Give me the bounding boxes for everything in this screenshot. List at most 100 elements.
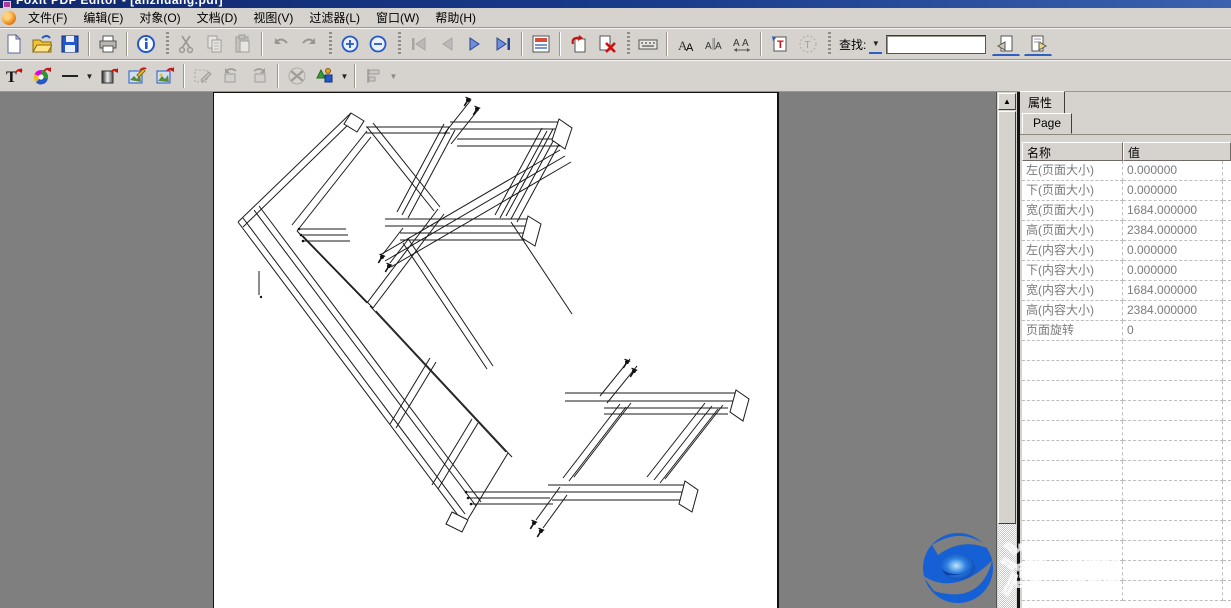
menu-item[interactable]: 文件(F) (20, 7, 75, 28)
property-value (1123, 501, 1223, 521)
scrollbar-track[interactable] (998, 524, 1016, 608)
tab-page[interactable]: Page (1022, 113, 1072, 134)
property-row[interactable] (1022, 481, 1231, 501)
property-row[interactable]: 高(页面大小)2384.000000 (1022, 221, 1231, 241)
property-row[interactable] (1022, 441, 1231, 461)
add-shading-button[interactable] (96, 63, 122, 89)
toolbar-gripper[interactable] (166, 32, 169, 56)
char-width-button[interactable]: AA (729, 31, 755, 57)
property-row[interactable]: 宽(内容大小)1684.000000 (1022, 281, 1231, 301)
align-objects-button[interactable] (361, 63, 387, 89)
zoom-out-button[interactable] (365, 31, 391, 57)
char-spacing-button[interactable]: AA (701, 31, 727, 57)
property-value (1123, 581, 1223, 601)
property-row[interactable] (1022, 421, 1231, 441)
menu-item[interactable]: 对象(O) (131, 7, 188, 28)
align-dropdown[interactable]: ▼ (388, 72, 399, 81)
add-image-button[interactable] (152, 63, 178, 89)
property-row[interactable]: 页面旋转0 (1022, 321, 1231, 341)
property-row[interactable] (1022, 341, 1231, 361)
keyboard-button[interactable] (635, 31, 661, 57)
property-row[interactable]: 下(页面大小)0.000000 (1022, 181, 1231, 201)
add-color-button[interactable] (29, 63, 55, 89)
delete-page-icon (597, 34, 617, 54)
property-row[interactable]: 下(内容大小)0.000000 (1022, 261, 1231, 281)
svg-text:T: T (777, 39, 784, 51)
shapes-button[interactable] (312, 63, 338, 89)
insert-text-button[interactable]: T (767, 31, 793, 57)
property-row[interactable]: 左(页面大小)0.000000 (1022, 161, 1231, 181)
menu-item[interactable]: 编辑(E) (75, 7, 131, 28)
zoom-in-button[interactable] (337, 31, 363, 57)
next-page-button[interactable] (462, 31, 488, 57)
property-row[interactable] (1022, 461, 1231, 481)
paste-button[interactable] (230, 31, 256, 57)
menu-item[interactable]: 文档(D) (189, 7, 246, 28)
property-row[interactable] (1022, 381, 1231, 401)
add-text-button[interactable]: T (1, 63, 27, 89)
page-layout-icon (531, 34, 551, 54)
redo-icon (299, 34, 319, 54)
column-header-name[interactable]: 名称 (1022, 142, 1123, 161)
select-annotate-button[interactable] (190, 63, 216, 89)
copy-button[interactable] (202, 31, 228, 57)
cut-button[interactable] (174, 31, 200, 57)
font-properties-button[interactable]: AA (673, 31, 699, 57)
delete-page-button[interactable] (594, 31, 620, 57)
property-row[interactable]: 高(内容大小)2384.000000 (1022, 301, 1231, 321)
find-next-button[interactable] (1024, 32, 1052, 56)
print-button[interactable] (95, 31, 121, 57)
page-layout-button[interactable] (528, 31, 554, 57)
find-dropdown-button[interactable]: ▼ (869, 34, 882, 54)
undo-button[interactable] (268, 31, 294, 57)
vertical-scrollbar[interactable]: ▲ (996, 92, 1017, 608)
edit-image-button[interactable] (124, 63, 150, 89)
scrollbar-thumb[interactable] (998, 111, 1016, 524)
toolbar-gripper[interactable] (828, 32, 831, 56)
column-header-value[interactable]: 值 (1123, 142, 1231, 161)
property-filler (1223, 281, 1231, 301)
find-input[interactable] (886, 35, 986, 54)
redo-button[interactable] (296, 31, 322, 57)
property-row[interactable] (1022, 401, 1231, 421)
rotate-object-cw-button[interactable] (246, 63, 272, 89)
property-row[interactable]: 左(内容大小)0.000000 (1022, 241, 1231, 261)
first-page-button[interactable] (406, 31, 432, 57)
pdf-page[interactable] (213, 92, 779, 608)
text-anchor-button[interactable]: T (795, 31, 821, 57)
find-previous-button[interactable] (992, 32, 1020, 56)
shading-cylinder-icon (99, 66, 119, 86)
shapes-dropdown[interactable]: ▼ (339, 72, 350, 81)
property-row[interactable] (1022, 521, 1231, 541)
property-name (1022, 401, 1123, 421)
document-info-button[interactable] (133, 31, 159, 57)
new-document-button[interactable] (1, 31, 27, 57)
property-row[interactable] (1022, 501, 1231, 521)
property-value: 2384.000000 (1123, 301, 1223, 321)
toolbar-gripper[interactable] (627, 32, 630, 56)
property-row[interactable] (1022, 361, 1231, 381)
line-style-button[interactable] (57, 63, 83, 89)
menu-item[interactable]: 视图(V) (245, 7, 301, 28)
scroll-up-button[interactable]: ▲ (998, 93, 1016, 110)
property-row[interactable] (1022, 541, 1231, 561)
save-button[interactable] (57, 31, 83, 57)
open-file-button[interactable] (29, 31, 55, 57)
property-row[interactable] (1022, 581, 1231, 601)
line-style-dropdown[interactable]: ▼ (84, 72, 95, 81)
toolbar-gripper[interactable] (329, 32, 332, 56)
property-row[interactable]: 宽(页面大小)1684.000000 (1022, 201, 1231, 221)
menu-item[interactable]: 过滤器(L) (301, 7, 368, 28)
toolbar-gripper[interactable] (398, 32, 401, 56)
property-value: 1684.000000 (1123, 281, 1223, 301)
rotate-page-button[interactable] (566, 31, 592, 57)
property-filler (1223, 461, 1231, 481)
property-row[interactable] (1022, 561, 1231, 581)
previous-page-button[interactable] (434, 31, 460, 57)
menu-item[interactable]: 帮助(H) (427, 7, 484, 28)
menu-item[interactable]: 窗口(W) (368, 7, 427, 28)
last-page-button[interactable] (490, 31, 516, 57)
delete-object-button[interactable] (284, 63, 310, 89)
property-value (1123, 421, 1223, 441)
rotate-object-ccw-button[interactable] (218, 63, 244, 89)
